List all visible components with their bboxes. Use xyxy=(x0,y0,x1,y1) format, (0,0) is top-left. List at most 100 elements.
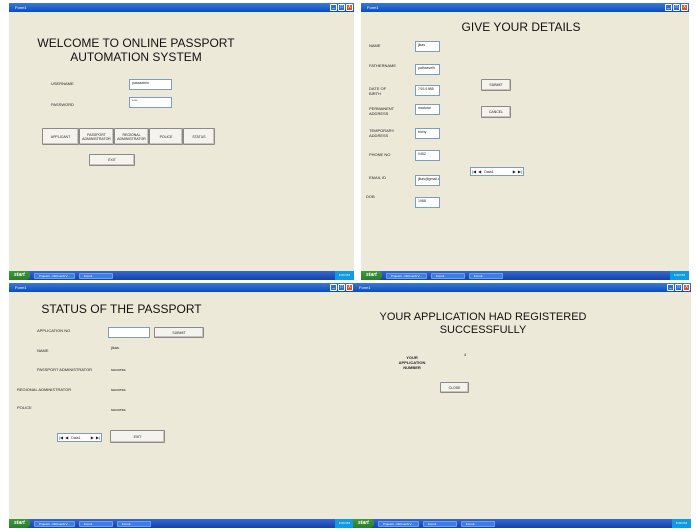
name-input[interactable]: jikas xyxy=(415,41,440,52)
exit-button[interactable]: EXIT xyxy=(89,154,135,166)
taskbar-item-form1[interactable]: Form1 xyxy=(78,520,113,527)
password-input[interactable]: **** xyxy=(129,97,172,108)
username-label: USERNAME xyxy=(51,81,74,86)
dob-year-label: DOB xyxy=(366,194,375,199)
close-button[interactable]: X xyxy=(346,4,353,11)
window-titlebar: Form1 _ □ X xyxy=(9,283,354,292)
navigator-caption: Data1 xyxy=(71,435,81,440)
passport-admin-value: success xyxy=(111,367,126,372)
close-button[interactable]: X xyxy=(346,284,353,291)
system-clock: 6:00 PM xyxy=(334,519,354,528)
status-window: Form1 _ □ X STATUS OF THE PASSPORT APPLI… xyxy=(9,283,354,528)
permanent-address-label: PERMANENT ADDRESS xyxy=(369,106,395,116)
window-titlebar: Form1 _ □ X xyxy=(353,283,691,292)
last-record-icon[interactable]: ▶| xyxy=(95,435,101,440)
regional-admin-button[interactable]: REGIONAL ADMINISTRATOR xyxy=(114,128,149,145)
name-label: NAME xyxy=(369,43,381,48)
data-navigator[interactable]: |◀ ◀ Data1 ▶ ▶| xyxy=(470,167,524,176)
login-title: WELCOME TO ONLINE PASSPORT AUTOMATION SY… xyxy=(37,36,235,64)
fathername-label: FATHERNAME xyxy=(369,63,397,68)
taskbar-item-form1[interactable]: Form1 xyxy=(422,520,457,527)
system-clock: 6:00 PM xyxy=(669,271,689,280)
minimize-button[interactable]: _ xyxy=(667,284,674,291)
details-window: Form1 _ □ X GIVE YOUR DETAILS NAME jikas… xyxy=(361,3,689,280)
registered-close-button[interactable]: CLOSE xyxy=(440,382,469,393)
taskbar-item-project[interactable]: Project1 - Microsoft V... xyxy=(33,272,75,279)
system-clock: 6:00 PM xyxy=(334,271,354,280)
username-input[interactable]: passadmin xyxy=(129,79,172,90)
email-input[interactable]: jikas@gmail.c xyxy=(415,175,440,186)
minimize-button[interactable]: _ xyxy=(665,4,672,11)
passport-admin-label: PASSPORT ADMINISTRATOR xyxy=(37,367,92,372)
taskbar: start Project1 - Microsoft V... Form1 6:… xyxy=(9,271,354,280)
dob-label: DATE OF BIRTH xyxy=(369,86,387,96)
taskbar: start Project1 - Microsoft V... Form1 Fo… xyxy=(353,519,691,528)
password-label: PASSWORD xyxy=(51,102,75,107)
email-label: EMAIL ID xyxy=(369,175,386,180)
status-button[interactable]: STATUS xyxy=(183,128,215,145)
system-clock: 6:00 PM xyxy=(671,519,691,528)
taskbar: start Project1 - Microsoft V... Form1 Fo… xyxy=(361,271,689,280)
dob-input[interactable]: 7/01/1988 xyxy=(415,85,440,96)
your-application-number-value: 4 xyxy=(464,352,467,357)
last-record-icon[interactable]: ▶| xyxy=(517,169,523,174)
phone-input[interactable]: 0452 xyxy=(415,150,440,161)
maximize-button[interactable]: □ xyxy=(675,284,682,291)
minimize-button[interactable]: _ xyxy=(330,4,337,11)
window-title: Form1 xyxy=(15,285,27,290)
taskbar-item-project[interactable]: Project1 - Microsoft V... xyxy=(377,520,419,527)
taskbar: start Project1 - Microsoft V... Form1 Fo… xyxy=(9,519,354,528)
applicant-button[interactable]: APPLICANT xyxy=(42,128,79,145)
phone-label: PHONE NO xyxy=(369,152,391,157)
temporary-address-label: TEMPORARY ADDRESS xyxy=(369,128,395,138)
window-title: Form1 xyxy=(367,5,379,10)
close-button[interactable]: X xyxy=(681,4,688,11)
police-value: success xyxy=(111,407,126,412)
window-titlebar: Form1 _ □ X xyxy=(361,3,689,12)
submit-button[interactable]: SUBMIT xyxy=(481,79,511,91)
registered-window: Form1 _ □ X YOUR APPLICATION HAD REGISTE… xyxy=(353,283,691,528)
application-no-input[interactable] xyxy=(108,327,150,338)
regional-admin-label: REGIONAL ADMINISTRATOR xyxy=(17,387,72,392)
taskbar-item-form2[interactable]: Form2 xyxy=(116,520,151,527)
taskbar-item-form1[interactable]: Form1 xyxy=(430,272,465,279)
login-window: Form1 _ □ X WELCOME TO ONLINE PASSPORT A… xyxy=(9,3,354,280)
fathername-input[interactable]: pathasvelh xyxy=(415,64,440,75)
start-button[interactable]: start xyxy=(353,519,374,528)
application-no-label: APPLICATION NO xyxy=(37,328,71,333)
close-button[interactable]: X xyxy=(683,284,690,291)
your-application-number-label: YOUR APPLICATION NUMBER xyxy=(398,355,426,370)
permanent-address-input[interactable]: madurai xyxy=(415,104,440,115)
regional-admin-value: success xyxy=(111,387,126,392)
registered-title: YOUR APPLICATION HAD REGISTERED SUCCESSF… xyxy=(379,311,587,336)
passport-admin-button[interactable]: PASSPORT ADMINISTRATOR xyxy=(79,128,114,145)
taskbar-item-form2[interactable]: Form2 xyxy=(468,272,503,279)
maximize-button[interactable]: □ xyxy=(338,284,345,291)
taskbar-item-form2[interactable]: Form2 xyxy=(460,520,495,527)
status-name-label: NAME xyxy=(37,348,49,353)
status-name-value: jikas xyxy=(111,345,120,350)
taskbar-item-project[interactable]: Project1 - Microsoft V... xyxy=(33,520,75,527)
window-title: Form1 xyxy=(359,285,371,290)
taskbar-item-project[interactable]: Project1 - Microsoft V... xyxy=(385,272,427,279)
status-data-navigator[interactable]: |◀ ◀ Data1 ▶ ▶| xyxy=(57,433,102,442)
cancel-button[interactable]: CANCEL xyxy=(481,106,511,118)
temporary-address-input[interactable]: trichy xyxy=(415,128,440,139)
window-title: Form1 xyxy=(15,5,27,10)
police-label: POLICE xyxy=(17,405,32,410)
navigator-caption: Data1 xyxy=(484,169,494,174)
status-submit-button[interactable]: SUBMIT xyxy=(154,327,204,338)
start-button[interactable]: start xyxy=(9,519,30,528)
minimize-button[interactable]: _ xyxy=(330,284,337,291)
details-title: GIVE YOUR DETAILS xyxy=(461,20,581,34)
start-button[interactable]: start xyxy=(361,271,382,280)
start-button[interactable]: start xyxy=(9,271,30,280)
dob-year-input[interactable]: 1988 xyxy=(415,197,440,208)
taskbar-item-form1[interactable]: Form1 xyxy=(78,272,113,279)
maximize-button[interactable]: □ xyxy=(338,4,345,11)
police-button[interactable]: POLICE xyxy=(149,128,183,145)
status-title: STATUS OF THE PASSPORT xyxy=(41,302,202,316)
window-titlebar: Form1 _ □ X xyxy=(9,3,354,12)
maximize-button[interactable]: □ xyxy=(673,4,680,11)
status-exit-button[interactable]: EXIT xyxy=(110,430,165,443)
